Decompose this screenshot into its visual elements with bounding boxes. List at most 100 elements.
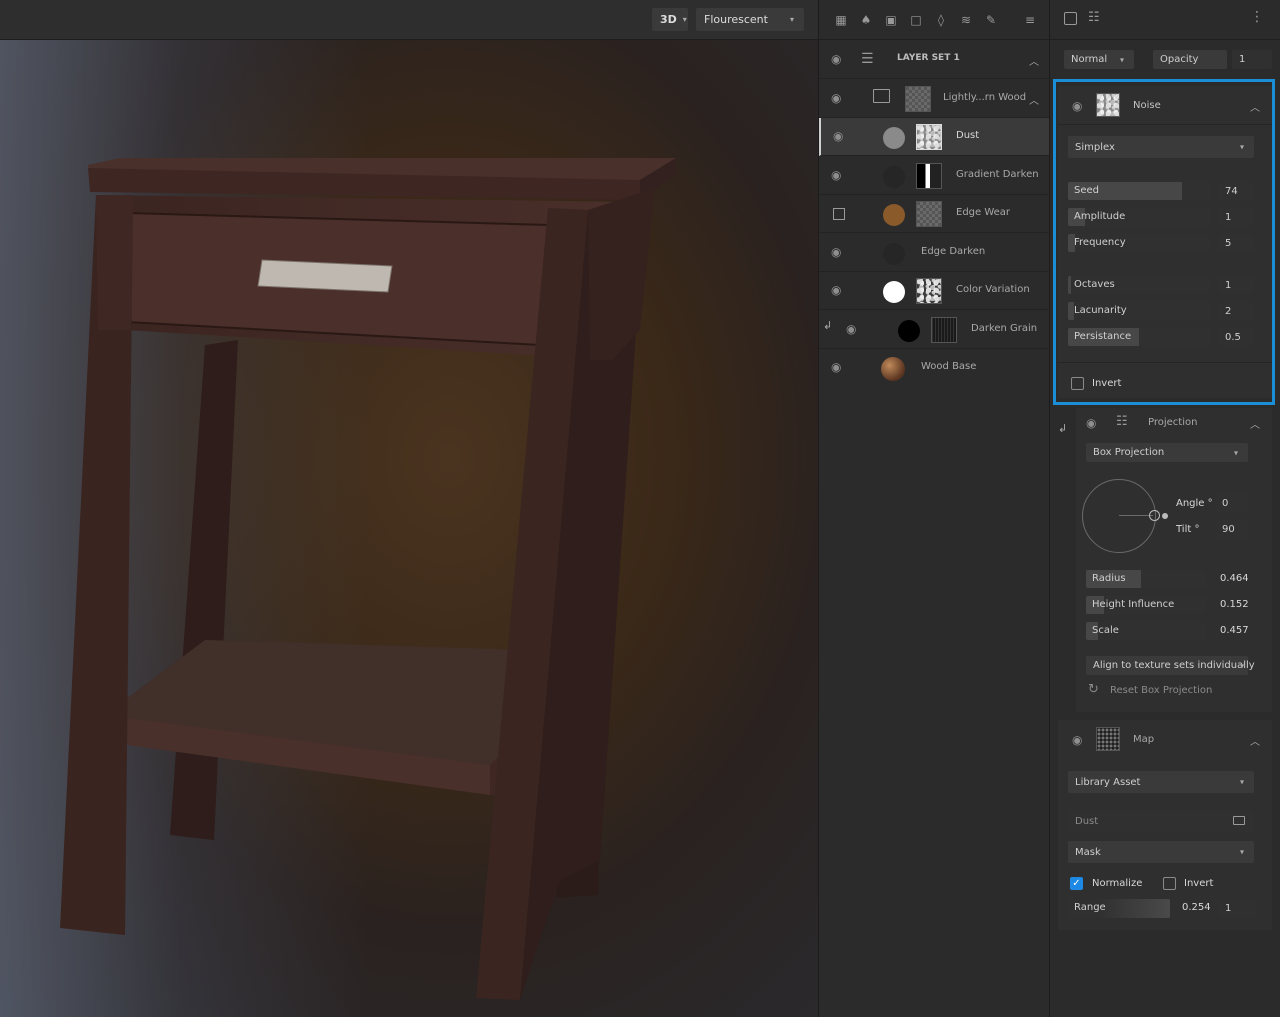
range-slider[interactable]: Range	[1068, 899, 1170, 918]
noise-param-value: 5	[1225, 237, 1232, 249]
chevron-up-icon[interactable]: ︿	[1250, 416, 1260, 431]
leaf-icon[interactable]: ♠	[858, 12, 874, 28]
normalize-label: Normalize	[1092, 878, 1143, 889]
noise-param-input[interactable]: 2	[1218, 302, 1254, 320]
eye-icon[interactable]: ◉	[831, 284, 847, 296]
map-source-label: Library Asset	[1075, 776, 1141, 788]
fill-layer-icon[interactable]: ▣	[883, 12, 899, 28]
invert-checkbox[interactable]	[1071, 377, 1084, 390]
normalize-checkbox[interactable]: ✓	[1070, 877, 1083, 890]
projection-param-label: Radius	[1092, 573, 1126, 584]
eye-icon[interactable]: ◉	[1072, 734, 1088, 746]
layer-row-dust[interactable]: ◉ Dust	[819, 118, 1049, 156]
divider	[1058, 124, 1272, 125]
drop-icon[interactable]: ◊	[933, 12, 949, 28]
visibility-checkbox[interactable]	[833, 208, 845, 220]
noise-param-input[interactable]: 5	[1218, 234, 1254, 252]
clip-arrow-icon: ↲	[1058, 422, 1068, 435]
noise-param-slider[interactable]: Octaves	[1068, 276, 1210, 294]
folder-row[interactable]: ◉ Lightly...rn Wood ︿	[819, 80, 1049, 118]
map-thumbnail	[1096, 727, 1120, 751]
layer-name: Dust	[956, 130, 980, 141]
noise-title: Noise	[1133, 100, 1161, 111]
blend-mode-dropdown[interactable]: Normal ▾	[1064, 50, 1134, 69]
eye-icon[interactable]: ◉	[1086, 417, 1102, 429]
nightstand-model[interactable]	[0, 0, 818, 1017]
layer-row-gradient-darken[interactable]: ◉ Gradient Darken	[819, 157, 1049, 195]
map-channel-dropdown[interactable]: Mask ▾	[1068, 841, 1254, 863]
sliders-icon[interactable]: ☷	[1088, 10, 1100, 25]
reset-icon[interactable]: ↻	[1088, 682, 1099, 697]
layer-row-color-variation[interactable]: ◉ Color Variation	[819, 272, 1049, 310]
dial-handle-line	[1119, 515, 1153, 516]
folder-icon[interactable]	[1233, 816, 1245, 825]
view-mode-dropdown[interactable]: 3D ▾	[652, 8, 688, 31]
layer-name: Gradient Darken	[956, 169, 1039, 180]
noise-param-slider[interactable]: Frequency	[1068, 234, 1210, 252]
brush-icon[interactable]: ✎	[983, 12, 999, 28]
layer-set-row[interactable]: ◉ ☰ LAYER SET 1 ︿	[819, 41, 1049, 79]
reset-projection-button[interactable]: Reset Box Projection	[1110, 685, 1212, 696]
projection-param-slider[interactable]: Scale	[1086, 622, 1206, 640]
sliders-icon: ☷	[1116, 414, 1128, 429]
range-max-input[interactable]: 1	[1218, 899, 1256, 918]
layer-row-edge-darken[interactable]: ◉ Edge Darken	[819, 234, 1049, 272]
target-icon[interactable]	[1064, 12, 1077, 25]
noise-param-slider[interactable]: Persistance	[1068, 328, 1210, 346]
layer-panel: ▦ ♠ ▣ □ ◊ ≋ ✎ ≡ ◉ ☰ LAYER SET 1 ︿ ◉ Ligh…	[818, 0, 1050, 1017]
chevron-up-icon[interactable]: ︿	[1250, 99, 1260, 114]
noise-type-dropdown[interactable]: Simplex ▾	[1068, 136, 1254, 158]
layer-row-edge-wear[interactable]: Edge Wear	[819, 195, 1049, 233]
map-invert-checkbox[interactable]	[1163, 877, 1176, 890]
angle-dial[interactable]	[1082, 479, 1156, 553]
noise-param-input[interactable]: 1	[1218, 208, 1254, 226]
range-min-value[interactable]: 0.254	[1182, 902, 1211, 913]
square-icon[interactable]: □	[908, 12, 924, 28]
tilt-input[interactable]: 90	[1215, 520, 1249, 538]
noise-param-input[interactable]: 1	[1218, 276, 1254, 294]
noise-param-slider[interactable]: Seed	[1068, 182, 1210, 200]
layer-row-darken-grain[interactable]: ↲ ◉ Darken Grain	[819, 311, 1049, 349]
chevron-up-icon[interactable]: ︿	[1250, 733, 1260, 748]
noise-param-slider[interactable]: Lacunarity	[1068, 302, 1210, 320]
map-asset-field[interactable]: Dust	[1068, 810, 1254, 832]
chevron-up-icon[interactable]: ︿	[1029, 92, 1039, 107]
opacity-input[interactable]: 1	[1232, 50, 1272, 69]
map-source-dropdown[interactable]: Library Asset ▾	[1068, 771, 1254, 793]
more-options-icon[interactable]: ⋮	[1250, 9, 1264, 25]
opacity-label-box: Opacity	[1153, 50, 1227, 69]
projection-param-value[interactable]: 0.464	[1220, 573, 1249, 584]
align-dropdown[interactable]: Align to texture sets individually ▾	[1086, 656, 1255, 675]
eye-icon[interactable]: ◉	[831, 92, 847, 104]
projection-param-slider[interactable]: Height Influence	[1086, 596, 1206, 614]
eye-icon[interactable]: ◉	[846, 323, 862, 335]
projection-param-value[interactable]: 0.152	[1220, 599, 1249, 610]
eye-icon[interactable]: ◉	[831, 169, 847, 181]
filter-icon[interactable]: ≋	[958, 12, 974, 28]
3d-viewport[interactable]: 3D ▾ Flourescent ▾	[0, 0, 818, 1017]
dial-handle[interactable]	[1149, 510, 1160, 521]
projection-param-value[interactable]: 0.457	[1220, 625, 1249, 636]
noise-param-label: Octaves	[1074, 279, 1115, 290]
angle-input[interactable]: 0	[1215, 494, 1249, 512]
noise-param-input[interactable]: 74	[1218, 182, 1254, 200]
projection-param-slider[interactable]: Radius	[1086, 570, 1206, 588]
viewport-toolbar: 3D ▾ Flourescent ▾	[0, 0, 818, 40]
map-section: ◉ Map ︿ Library Asset ▾ Dust Mask ▾ ✓ No…	[1058, 720, 1272, 930]
opacity-label: Opacity	[1160, 54, 1199, 65]
align-label: Align to texture sets individually	[1093, 660, 1255, 671]
noise-param-slider[interactable]: Amplitude	[1068, 208, 1210, 226]
grid-icon[interactable]: ▦	[833, 12, 849, 28]
chevron-up-icon[interactable]: ︿	[1029, 53, 1039, 68]
eye-icon[interactable]: ◉	[1072, 100, 1088, 112]
layer-row-wood-base[interactable]: ◉ Wood Base	[819, 349, 1049, 387]
lighting-dropdown[interactable]: Flourescent ▾	[696, 8, 804, 31]
eye-icon[interactable]: ◉	[831, 361, 847, 373]
noise-param-input[interactable]: 0.5	[1218, 328, 1254, 346]
noise-param-value: 1	[1225, 279, 1232, 291]
layers-stack-icon[interactable]: ≡	[1022, 12, 1038, 28]
eye-icon[interactable]: ◉	[833, 130, 849, 142]
eye-icon[interactable]: ◉	[831, 53, 847, 65]
eye-icon[interactable]: ◉	[831, 246, 847, 258]
projection-type-dropdown[interactable]: Box Projection ▾	[1086, 443, 1248, 462]
